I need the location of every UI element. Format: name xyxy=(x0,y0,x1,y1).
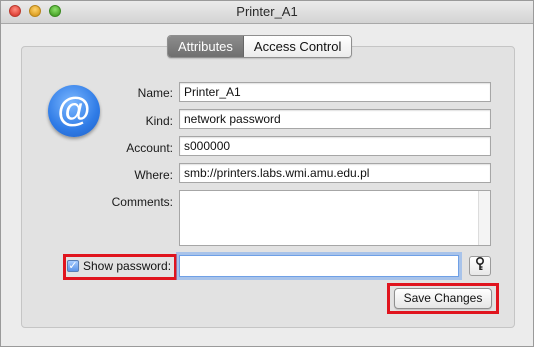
comments-textarea[interactable] xyxy=(179,190,491,246)
account-field[interactable]: s000000 xyxy=(179,136,491,156)
where-field[interactable]: smb://printers.labs.wmi.amu.edu.pl xyxy=(179,163,491,183)
password-field[interactable] xyxy=(179,255,459,277)
kind-label: Kind: xyxy=(145,114,173,128)
checkbox-checked-icon[interactable]: ✓ xyxy=(67,260,79,272)
where-label: Where: xyxy=(134,168,173,182)
name-field[interactable]: Printer_A1 xyxy=(179,82,491,102)
show-password-checkbox[interactable]: ✓ Show password: xyxy=(67,258,171,274)
tab-bar: Attributes Access Control xyxy=(167,35,353,58)
comments-label: Comments: xyxy=(111,195,173,209)
key-icon xyxy=(475,256,485,274)
title-bar: Printer_A1 xyxy=(1,1,533,24)
name-label: Name: xyxy=(137,86,173,100)
tab-attributes[interactable]: Attributes xyxy=(168,36,244,57)
window-title: Printer_A1 xyxy=(236,4,298,19)
comments-scrollbar[interactable] xyxy=(478,191,490,245)
keychain-item-window: Printer_A1 Attributes Access Control @ N… xyxy=(0,0,534,347)
show-password-label: Show password: xyxy=(83,259,172,273)
key-button[interactable] xyxy=(469,256,491,276)
tab-access-control[interactable]: Access Control xyxy=(243,36,352,57)
save-changes-button[interactable]: Save Changes xyxy=(394,288,492,309)
account-label: Account: xyxy=(126,141,173,155)
kind-field[interactable]: network password xyxy=(179,109,491,129)
